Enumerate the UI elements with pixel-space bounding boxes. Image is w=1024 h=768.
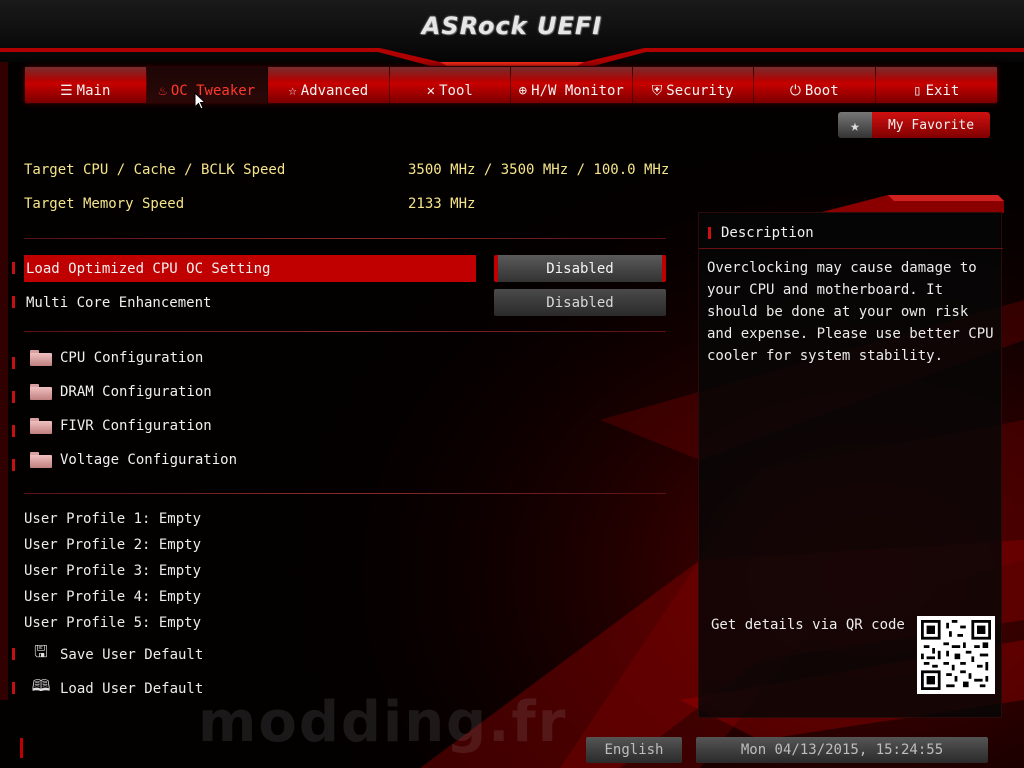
save-user-default-button[interactable]: 🖫 Save User Default [30,641,203,668]
main-nav: ☰ Main ♨ OC Tweaker ☆ Advanced ✕ Tool ⊕ H/W M… [24,66,998,104]
target-cpu-value: 3500 MHz / 3500 MHz / 100.0 MHz [408,162,670,178]
load-optimized-cpu-oc-value[interactable]: Disabled [494,255,666,282]
flame-icon: ♨ [158,83,167,99]
tab-oc-tweaker[interactable]: ♨ OC Tweaker [146,67,268,103]
user-profile-1: User Profile 1: Empty [24,511,202,527]
tab-advanced[interactable]: ☆ Advanced [268,67,390,103]
submenu-fivr-configuration[interactable]: FIVR Configuration [30,418,212,434]
item-marker [12,425,15,437]
submenu-dram-configuration[interactable]: DRAM Configuration [30,384,212,400]
folder-icon [30,452,52,468]
exit-door-icon: ▯ [913,83,922,99]
target-memory-value: 2133 MHz [408,196,476,212]
star-outline-icon: ☆ [288,83,297,99]
item-marker [12,459,15,471]
folder-icon [30,384,52,400]
divider [24,493,666,494]
open-book-icon: 🕮 [31,676,51,695]
tab-security[interactable]: ⛨ Security [632,67,754,103]
folder-icon [30,350,52,366]
floppy-disk-icon: 🖫 [34,642,48,661]
item-marker [12,682,15,694]
qr-code-icon [921,620,991,690]
user-profile-5: User Profile 5: Empty [24,615,202,631]
tab-hw-monitor[interactable]: ⊕ H/W Monitor [511,67,633,103]
user-profile-3: User Profile 3: Empty [24,563,202,579]
submenu-cpu-configuration[interactable]: CPU Configuration [30,350,203,366]
qr-code[interactable] [917,616,995,694]
description-title: Description [699,217,1003,249]
item-marker [12,357,15,369]
submenu-voltage-configuration[interactable]: Voltage Configuration [30,452,237,468]
my-favorite-button[interactable]: ★ My Favorite [838,112,990,138]
watermark-text: modding.fr [198,690,568,755]
target-cpu-label: Target CPU / Cache / BCLK Speed [24,162,286,178]
datetime-display: Mon 04/13/2015, 15:24:55 [696,737,988,763]
power-icon: ⏻ [789,83,801,99]
tab-exit[interactable]: ▯ Exit [875,67,997,103]
item-marker [12,648,15,660]
divider [24,331,666,332]
user-profile-2: User Profile 2: Empty [24,537,202,553]
target-memory-label: Target Memory Speed [24,196,185,212]
language-button[interactable]: English [586,737,682,763]
tab-main[interactable]: ☰ Main [25,67,147,103]
user-profile-4: User Profile 4: Empty [24,589,202,605]
description-text: Overclocking may cause damage to your CP… [707,260,994,364]
mouse-cursor-icon [194,92,206,110]
header-red-sweep [0,48,1024,70]
favorite-star-icon: ★ [838,112,872,138]
item-marker [12,391,15,403]
bottom-edge-marker [20,738,23,758]
tab-tool[interactable]: ✕ Tool [389,67,511,103]
multi-core-enhancement[interactable]: Multi Core Enhancement [24,289,476,316]
shield-icon: ⛨ [651,83,663,99]
tab-boot[interactable]: ⏻ Boot [754,67,876,103]
item-marker [12,262,15,274]
monitor-icon: ⊕ [518,83,528,99]
multi-core-enhancement-value[interactable]: Disabled [494,289,666,316]
folder-icon [30,418,52,434]
divider [24,238,666,239]
tools-icon: ✕ [426,83,436,99]
load-optimized-cpu-oc-setting[interactable]: Load Optimized CPU OC Setting [24,255,476,282]
load-user-default-button[interactable]: 🕮 Load User Default [30,675,204,702]
list-icon: ☰ [60,83,73,99]
description-panel: Description Overclocking may cause damag… [698,212,1003,718]
item-marker [12,296,15,308]
qr-code-label: Get details via QR code [711,617,905,633]
